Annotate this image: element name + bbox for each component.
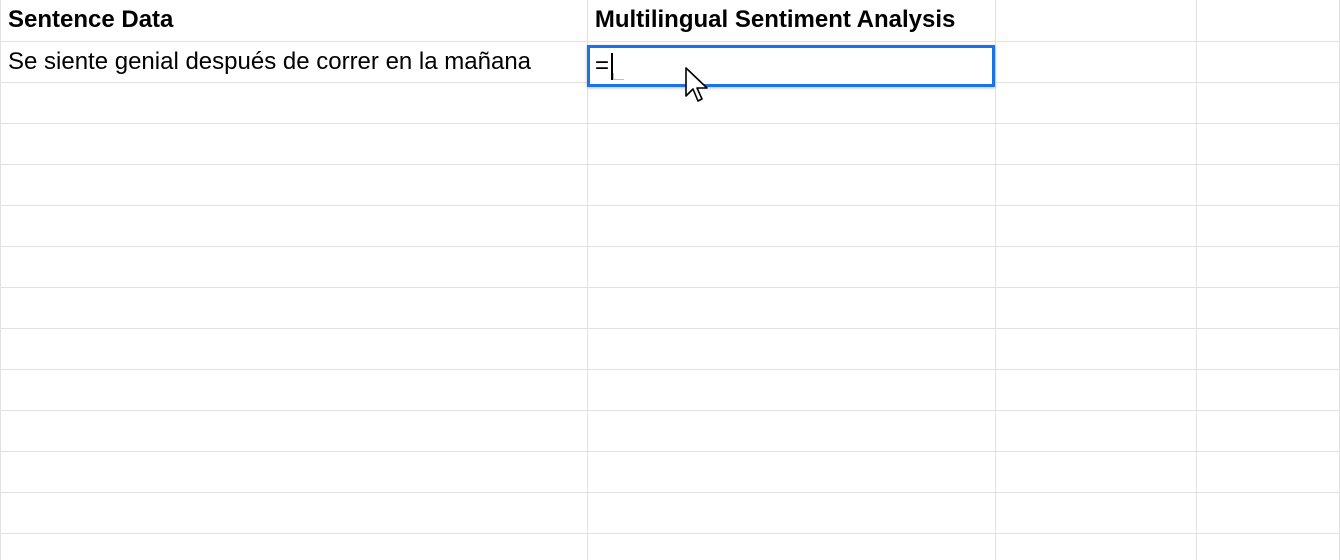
cell-b1[interactable]: Multilingual Sentiment Analysis (586, 0, 996, 42)
cell-d1[interactable] (1196, 0, 1340, 42)
cell[interactable] (586, 245, 996, 288)
cell[interactable] (586, 327, 996, 370)
cell[interactable] (586, 286, 996, 329)
cell[interactable] (586, 204, 996, 247)
table-row (0, 81, 1340, 124)
cell-c1[interactable] (994, 0, 1198, 42)
table-row (0, 368, 1340, 411)
table-row (0, 327, 1340, 370)
cell[interactable] (0, 532, 588, 560)
arrow-pointer-icon (685, 67, 708, 102)
cell[interactable] (1196, 327, 1340, 370)
cell[interactable] (586, 163, 996, 206)
cell-a1[interactable]: Sentence Data (0, 0, 588, 42)
cell[interactable] (0, 81, 588, 124)
cell[interactable] (1196, 532, 1340, 560)
cell[interactable] (586, 122, 996, 165)
cell[interactable] (994, 245, 1198, 288)
cell[interactable] (994, 327, 1198, 370)
cell-d2[interactable] (1196, 40, 1340, 83)
header-row: Sentence Data Multilingual Sentiment Ana… (0, 0, 1340, 42)
cell[interactable] (0, 204, 588, 247)
cell[interactable] (994, 122, 1198, 165)
cell[interactable] (0, 450, 588, 493)
cell[interactable] (0, 409, 588, 452)
cell[interactable] (586, 450, 996, 493)
spreadsheet-grid: Sentence Data Multilingual Sentiment Ana… (0, 0, 1340, 560)
cell[interactable] (1196, 491, 1340, 534)
cell[interactable] (994, 368, 1198, 411)
cell[interactable] (586, 532, 996, 560)
cell[interactable] (1196, 409, 1340, 452)
active-cell-editor[interactable]: = (587, 45, 995, 87)
cell[interactable] (0, 368, 588, 411)
cell[interactable] (1196, 81, 1340, 124)
cell[interactable] (994, 532, 1198, 560)
cell[interactable] (1196, 204, 1340, 247)
cell[interactable] (1196, 245, 1340, 288)
cell[interactable] (994, 81, 1198, 124)
cell[interactable] (0, 163, 588, 206)
autocomplete-hint-icon (613, 73, 624, 80)
formula-input-text[interactable]: = (595, 52, 609, 80)
cell[interactable] (994, 163, 1198, 206)
table-row (0, 204, 1340, 247)
cell[interactable] (994, 409, 1198, 452)
table-row (0, 286, 1340, 329)
table-row (0, 450, 1340, 493)
cell[interactable] (1196, 163, 1340, 206)
cell[interactable] (0, 491, 588, 534)
cell[interactable] (586, 491, 996, 534)
cell[interactable] (1196, 450, 1340, 493)
table-row (0, 532, 1340, 560)
table-row (0, 163, 1340, 206)
cell[interactable] (586, 368, 996, 411)
cell-c2[interactable] (994, 40, 1198, 83)
table-row (0, 491, 1340, 534)
cell[interactable] (994, 204, 1198, 247)
cell[interactable] (1196, 286, 1340, 329)
cell[interactable] (0, 122, 588, 165)
cell[interactable] (586, 81, 996, 124)
cell[interactable] (586, 409, 996, 452)
cell[interactable] (994, 491, 1198, 534)
table-row (0, 245, 1340, 288)
cell[interactable] (0, 245, 588, 288)
cell[interactable] (0, 286, 588, 329)
cell[interactable] (0, 327, 588, 370)
cell-a2[interactable]: Se siente genial después de correr en la… (0, 40, 588, 83)
cell[interactable] (994, 286, 1198, 329)
cell[interactable] (994, 450, 1198, 493)
cell[interactable] (1196, 122, 1340, 165)
table-row (0, 409, 1340, 452)
table-row (0, 122, 1340, 165)
cell[interactable] (1196, 368, 1340, 411)
